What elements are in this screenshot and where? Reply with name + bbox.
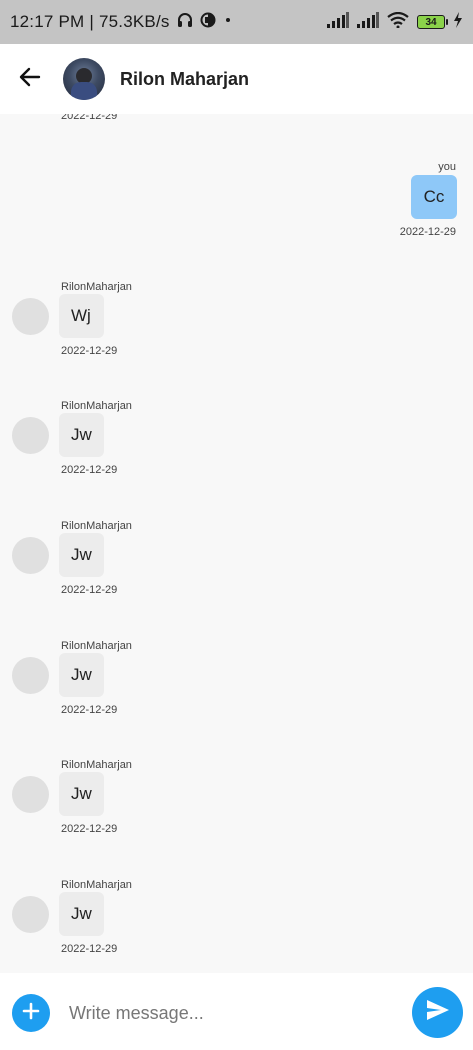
message-sender: RilonMaharjan [61,281,132,293]
sender-avatar[interactable] [12,298,49,335]
battery-icon: 34 [417,15,448,29]
message-date: 2022-12-29 [61,345,118,357]
status-network-speed: 75.3KB/s [99,12,170,31]
sender-avatar[interactable] [12,776,49,813]
message-date: 2022-12-29 [61,704,118,716]
message-bubble[interactable]: Jw [59,772,104,816]
message-bubble[interactable]: Jw [59,892,104,936]
message-date: 2022-12-29 [399,226,456,238]
charging-icon [453,11,463,33]
send-button[interactable] [412,987,463,1038]
back-button[interactable] [0,44,60,114]
dot-icon [222,13,234,31]
message-bubble[interactable]: Cc [411,175,457,219]
contact-name: Rilon Maharjan [120,68,250,89]
status-separator: | [89,12,94,31]
status-bar: 12:17 PM | 75.3KB/s 34 [0,0,473,44]
message-bubble[interactable]: Jw [59,533,104,577]
message-sender: RilonMaharjan [61,759,132,771]
sender-avatar[interactable] [12,896,49,933]
message-date: 2022-12-29 [61,464,118,476]
message-sender: RilonMaharjan [61,879,132,891]
chat-header: Rilon Maharjan [0,44,473,114]
message-sender: RilonMaharjan [61,400,132,412]
message-date: 2022-12-29 [61,114,118,122]
wifi-icon [387,11,409,33]
message-sender: RilonMaharjan [61,640,132,652]
headphones-icon [176,11,194,34]
message-composer [0,973,473,1050]
message-bubble[interactable]: Wj [59,294,104,338]
signal-icon [327,11,349,33]
message-bubble[interactable]: Jw [59,653,104,697]
message-sender: you [438,161,456,173]
status-time: 12:17 PM [10,12,85,31]
message-input[interactable] [60,997,390,1029]
message-list[interactable]: 2022-12-29 you Cc 2022-12-29 RilonMaharj… [0,114,473,972]
message-date: 2022-12-29 [61,584,118,596]
arrow-left-icon [18,65,42,94]
send-icon [426,999,450,1026]
message-bubble[interactable]: Jw [59,413,104,457]
sender-avatar[interactable] [12,417,49,454]
sender-avatar[interactable] [12,657,49,694]
message-date: 2022-12-29 [61,823,118,835]
sender-avatar[interactable] [12,537,49,574]
data-saver-icon [200,12,216,33]
message-sender: RilonMaharjan [61,520,132,532]
add-attachment-button[interactable] [12,994,50,1032]
message-date: 2022-12-29 [61,943,118,955]
contact-avatar[interactable] [63,58,105,100]
battery-level: 34 [425,16,437,28]
signal-icon [357,11,379,33]
plus-icon [21,1001,41,1026]
